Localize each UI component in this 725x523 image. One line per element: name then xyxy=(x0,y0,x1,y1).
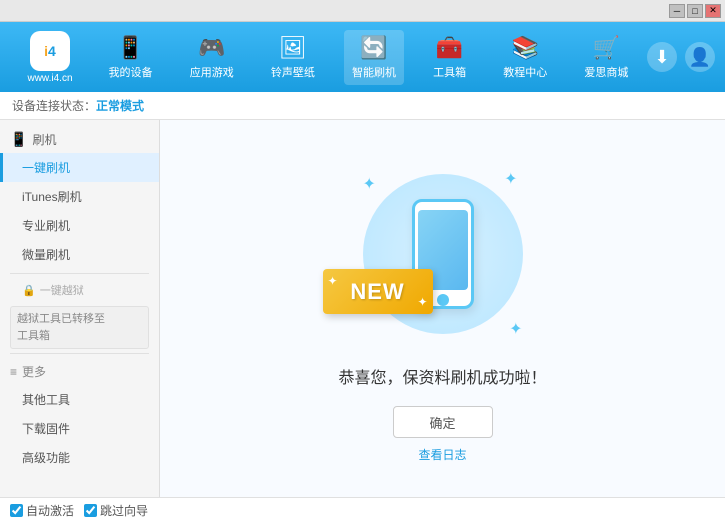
logo-icon: i4 xyxy=(30,31,70,71)
nav-bar: 📱 我的设备 🎮 应用游戏 🖼 铃声壁纸 🔄 智能刷机 🧰 工具箱 📚 xyxy=(90,30,647,85)
tutorial-label: 教程中心 xyxy=(503,64,547,80)
status-value: 正常模式 xyxy=(96,97,144,114)
title-bar: ─ □ ✕ xyxy=(0,0,725,22)
sidebar-item-one-click-flash[interactable]: 一键刷机 xyxy=(0,153,159,182)
skip-wizard-input[interactable] xyxy=(84,504,97,517)
success-message: 恭喜您，保资料刷机成功啦！ xyxy=(338,364,546,388)
download-firmware-label: 下载固件 xyxy=(22,422,70,436)
sidebar-flash-section: 📱 刷机 xyxy=(0,126,159,153)
micro-flash-label: 微量刷机 xyxy=(22,248,70,262)
jailbreak-label: 一键越狱 xyxy=(40,282,84,298)
more-label: 更多 xyxy=(22,363,46,380)
itunes-flash-label: iTunes刷机 xyxy=(22,190,82,204)
flash-section-label: 刷机 xyxy=(32,131,56,148)
auto-activate-checkbox[interactable]: 自动激活 xyxy=(10,502,74,519)
nav-my-device[interactable]: 📱 我的设备 xyxy=(101,30,161,85)
sidebar-more-section: ≡ 更多 xyxy=(0,358,159,385)
logo[interactable]: i4 www.i4.cn xyxy=(10,31,90,84)
sidebar: 📱 刷机 一键刷机 iTunes刷机 专业刷机 微量刷机 🔒 一键越狱 越狱工 xyxy=(0,120,160,497)
other-tools-label: 其他工具 xyxy=(22,393,70,407)
apps-games-icon: 🎮 xyxy=(198,35,225,61)
auto-activate-input[interactable] xyxy=(10,504,23,517)
skip-wizard-label: 跳过向导 xyxy=(100,502,148,519)
shop-icon: 🛒 xyxy=(593,35,620,61)
nav-smart-flash[interactable]: 🔄 智能刷机 xyxy=(344,30,404,85)
ringtone-icon: 🖼 xyxy=(279,35,307,61)
nav-tutorial[interactable]: 📚 教程中心 xyxy=(495,30,555,85)
sidebar-jailbreak-section: 🔒 一键越狱 xyxy=(0,278,159,302)
sparkle-br: ✦ xyxy=(509,319,522,339)
logo-url: www.i4.cn xyxy=(27,73,72,84)
pro-flash-label: 专业刷机 xyxy=(22,219,70,233)
apps-games-label: 应用游戏 xyxy=(190,64,234,80)
main-area: 📱 刷机 一键刷机 iTunes刷机 专业刷机 微量刷机 🔒 一键越狱 越狱工 xyxy=(0,120,725,497)
auto-activate-label: 自动激活 xyxy=(26,502,74,519)
advanced-label: 高级功能 xyxy=(22,451,70,465)
sidebar-item-download-firmware[interactable]: 下载固件 xyxy=(0,414,159,443)
ribbon-star-left: ✦ xyxy=(328,274,338,288)
toolbox-icon: 🧰 xyxy=(436,35,463,61)
download-btn[interactable]: ⬇ xyxy=(647,42,677,72)
ringtone-label: 铃声壁纸 xyxy=(271,64,315,80)
view-log-link[interactable]: 查看日志 xyxy=(418,446,466,463)
sidebar-item-micro-flash[interactable]: 微量刷机 xyxy=(0,240,159,269)
header: i4 www.i4.cn 📱 我的设备 🎮 应用游戏 🖼 铃声壁纸 🔄 智能刷机 xyxy=(0,22,725,92)
checkbox-row: 自动激活 跳过向导 xyxy=(0,498,725,523)
my-device-icon: 📱 xyxy=(117,35,144,61)
ribbon-body: ✦ NEW ✦ xyxy=(323,269,433,314)
content-area: ✦ ✦ ✦ ✦ NEW ✦ 恭喜您，保资料刷机成功啦！ xyxy=(160,120,725,497)
status-label: 设备连接状态： xyxy=(12,97,96,114)
sidebar-item-other-tools[interactable]: 其他工具 xyxy=(0,385,159,414)
header-right: ⬇ 👤 xyxy=(647,42,715,72)
skip-wizard-checkbox[interactable]: 跳过向导 xyxy=(84,502,148,519)
tutorial-icon: 📚 xyxy=(512,35,539,61)
new-ribbon: ✦ NEW ✦ xyxy=(323,269,443,324)
sparkle-tr: ✦ xyxy=(504,169,517,189)
sidebar-item-advanced[interactable]: 高级功能 xyxy=(0,443,159,472)
nav-ringtone[interactable]: 🖼 铃声壁纸 xyxy=(263,30,323,85)
sidebar-divider-2 xyxy=(10,353,149,354)
flash-section-icon: 📱 xyxy=(10,131,27,148)
more-icon: ≡ xyxy=(10,365,17,379)
lock-icon: 🔒 xyxy=(22,284,36,297)
one-click-flash-label: 一键刷机 xyxy=(22,161,70,175)
status-bar: 设备连接状态： 正常模式 xyxy=(0,92,725,120)
minimize-btn[interactable]: ─ xyxy=(669,4,685,18)
maximize-btn[interactable]: □ xyxy=(687,4,703,18)
nav-apps-games[interactable]: 🎮 应用游戏 xyxy=(182,30,242,85)
ribbon-star-right: ✦ xyxy=(417,295,427,309)
info-box-text: 越狱工具已转移至工具箱 xyxy=(17,313,105,342)
my-device-label: 我的设备 xyxy=(109,64,153,80)
phone-illustration: ✦ ✦ ✦ ✦ NEW ✦ xyxy=(343,154,543,354)
toolbox-label: 工具箱 xyxy=(433,64,466,80)
confirm-button[interactable]: 确定 xyxy=(393,406,493,438)
sparkle-tl: ✦ xyxy=(363,174,376,194)
sidebar-info-box: 越狱工具已转移至工具箱 xyxy=(10,306,149,349)
smart-flash-label: 智能刷机 xyxy=(352,64,396,80)
smart-flash-icon: 🔄 xyxy=(360,35,387,61)
ribbon-text: NEW xyxy=(350,279,404,305)
sidebar-divider-1 xyxy=(10,273,149,274)
nav-toolbox[interactable]: 🧰 工具箱 xyxy=(425,30,474,85)
sidebar-item-itunes-flash[interactable]: iTunes刷机 xyxy=(0,182,159,211)
shop-label: 爱思商城 xyxy=(584,64,628,80)
nav-shop[interactable]: 🛒 爱思商城 xyxy=(576,30,636,85)
user-btn[interactable]: 👤 xyxy=(685,42,715,72)
sidebar-item-pro-flash[interactable]: 专业刷机 xyxy=(0,211,159,240)
device-panel: 自动激活 跳过向导 📱 iPhone 12 mini 64GB Down-12m… xyxy=(0,497,725,523)
close-btn[interactable]: ✕ xyxy=(705,4,721,18)
